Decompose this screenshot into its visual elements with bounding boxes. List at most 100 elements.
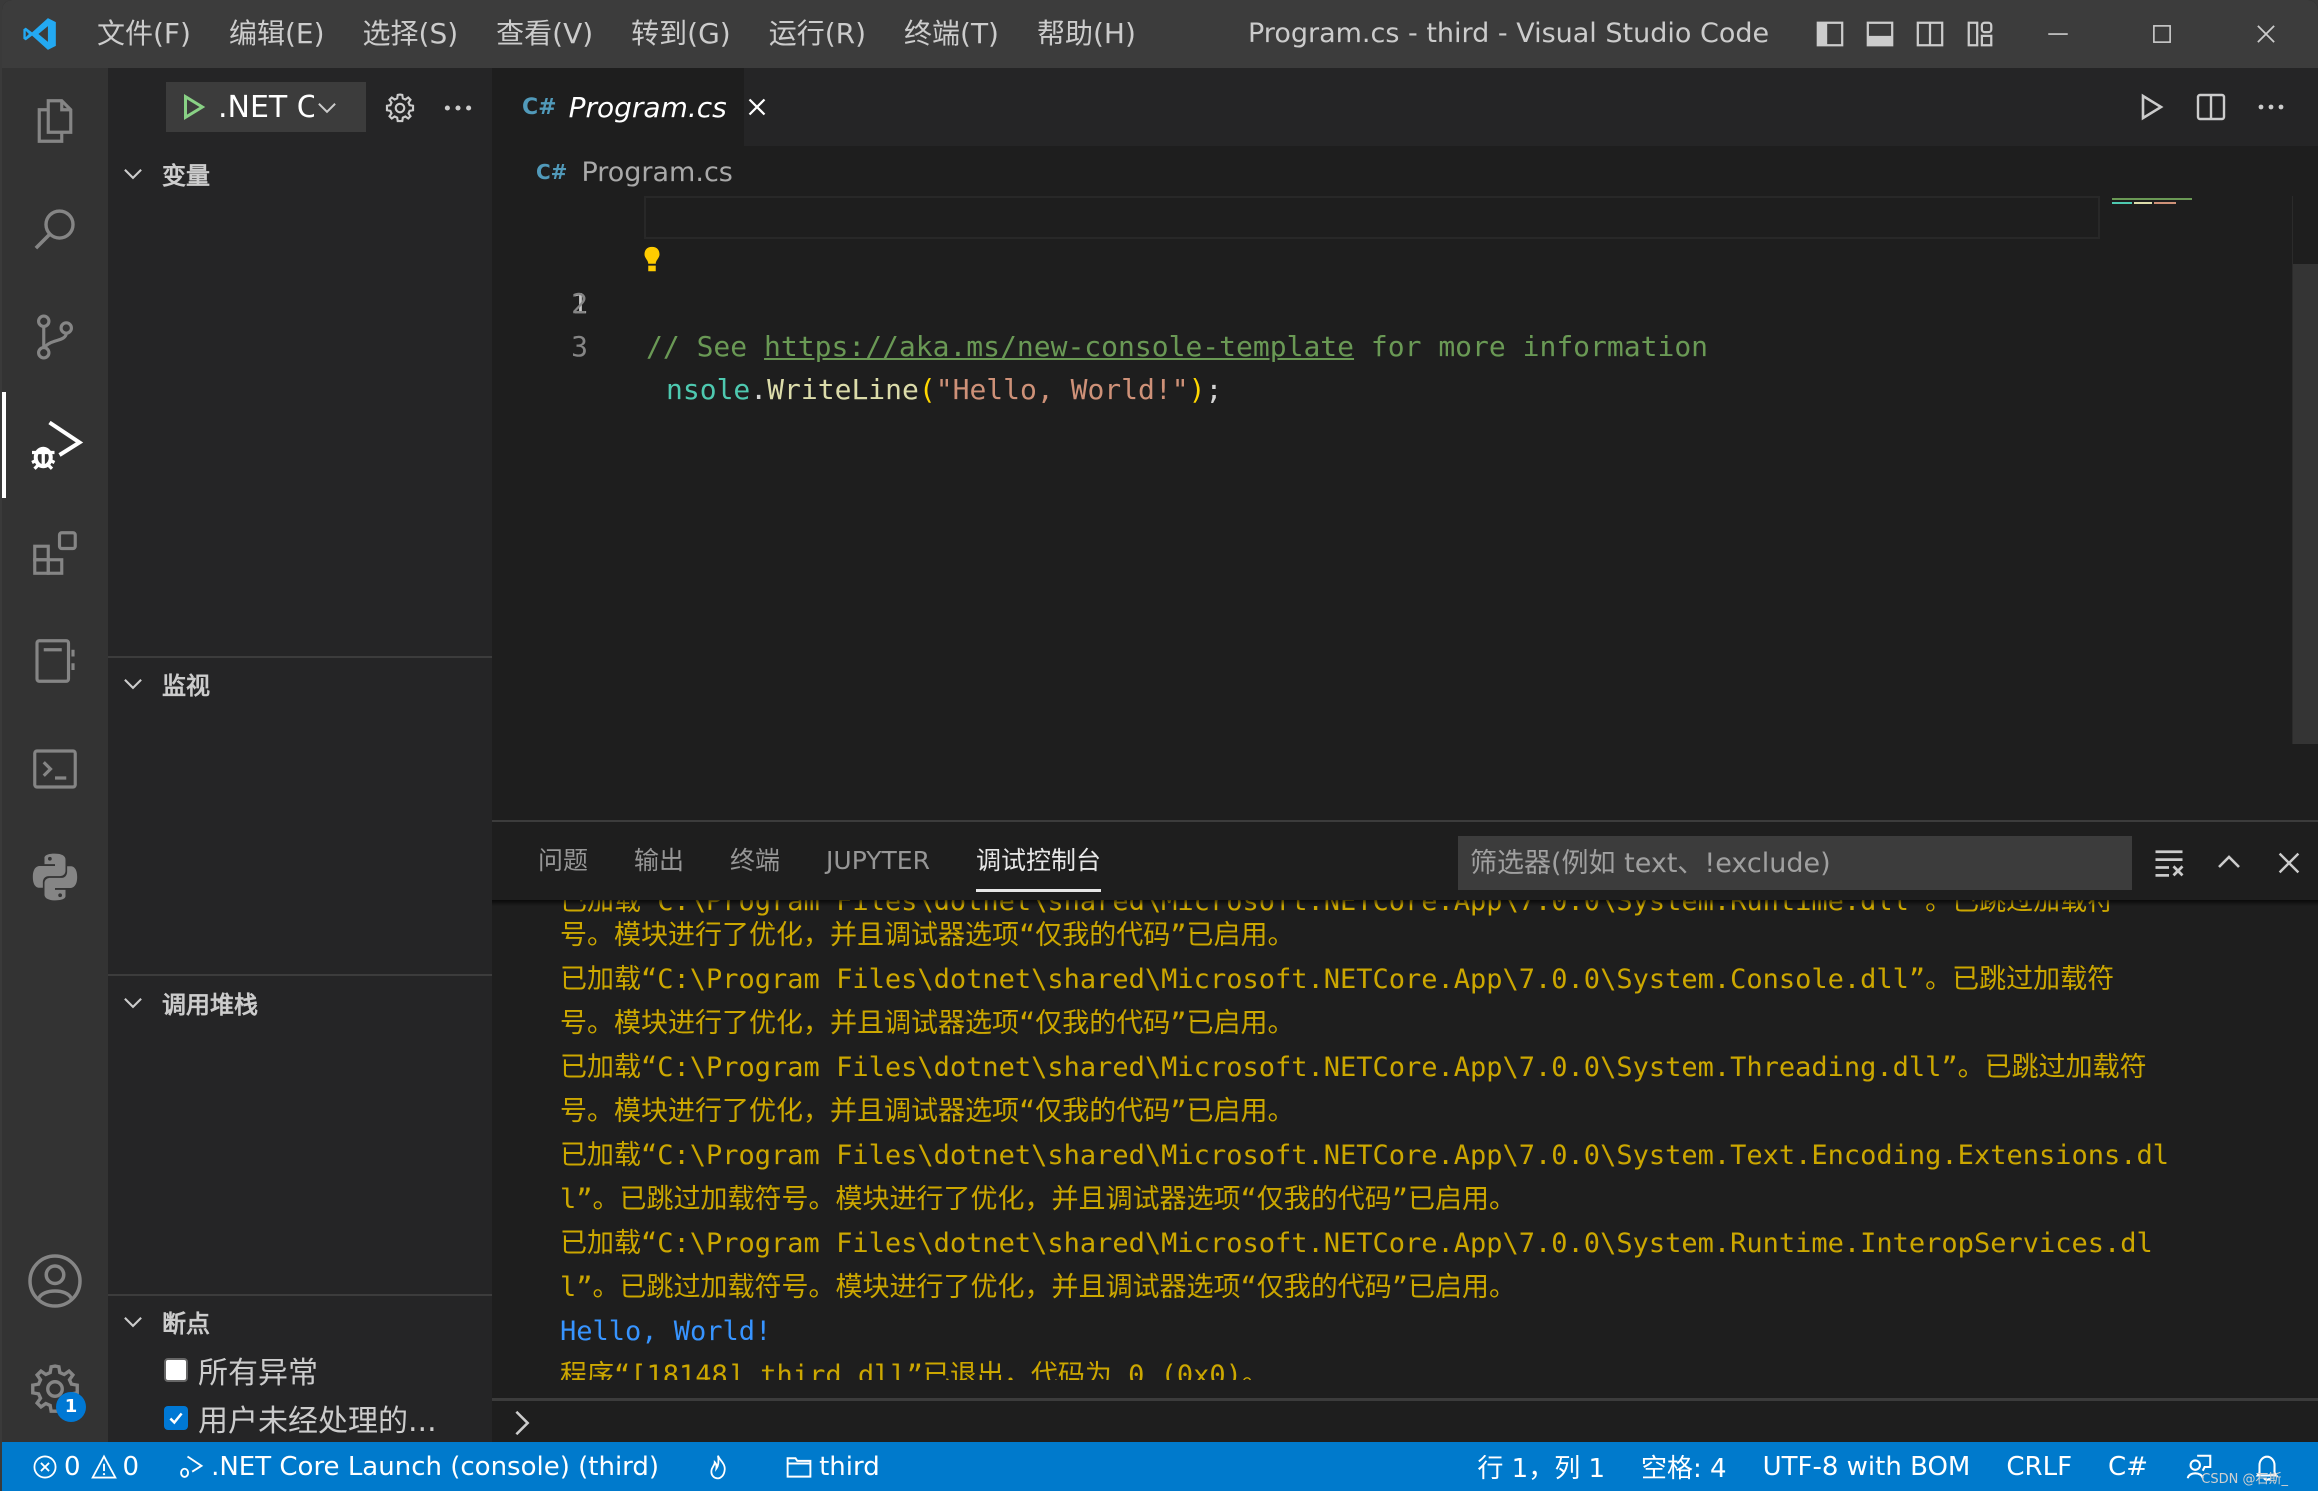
activity-manage[interactable]: 1 bbox=[2, 1336, 108, 1442]
tab-debug-console[interactable]: 调试控制台 bbox=[975, 822, 1101, 900]
maximize-button[interactable] bbox=[2110, 0, 2214, 68]
encoding[interactable]: UTF-8 with BOM bbox=[1745, 1442, 1989, 1491]
line-number: 3 bbox=[571, 330, 588, 363]
hot-reload-status[interactable] bbox=[691, 1442, 751, 1491]
debug-config-status[interactable]: .NET Core Launch (console) (third) bbox=[163, 1442, 673, 1491]
console-line: 已加载“C:\Program Files\dotnet\shared\Micro… bbox=[560, 1052, 2147, 1083]
activity-notebook[interactable] bbox=[2, 608, 108, 714]
language-mode[interactable]: C# bbox=[2090, 1442, 2166, 1491]
activity-explorer[interactable] bbox=[2, 68, 108, 174]
activity-terminal[interactable] bbox=[2, 716, 108, 822]
repl-input[interactable] bbox=[546, 1407, 2246, 1438]
start-debugging-icon[interactable] bbox=[178, 92, 208, 122]
tab-jupyter[interactable]: JUPYTER bbox=[826, 822, 930, 900]
section-title: 监视 bbox=[162, 671, 210, 700]
workspace-folder-status[interactable]: third bbox=[771, 1442, 894, 1491]
more-actions-ellipsis-icon[interactable] bbox=[2254, 90, 2288, 124]
menu-edit[interactable]: 编辑(E) bbox=[210, 0, 344, 68]
console-line: 号。模块进行了优化，并且调试器选项“仅我的代码”已启用。 bbox=[560, 1096, 1295, 1127]
menu-terminal[interactable]: 终端(T) bbox=[885, 0, 1018, 68]
menu-view[interactable]: 查看(V) bbox=[477, 0, 612, 68]
comment-link[interactable]: https://aka.ms/new-console-template bbox=[764, 330, 1354, 363]
tab-output[interactable]: 输出 bbox=[634, 822, 684, 900]
more-actions-ellipsis-icon[interactable] bbox=[436, 86, 480, 130]
debug-sidebar: .NET Core Launch (console) (third) 变量 监视… bbox=[108, 68, 492, 1442]
menu-help[interactable]: 帮助(H) bbox=[1018, 0, 1155, 68]
indentation[interactable]: 空格: 4 bbox=[1623, 1442, 1745, 1491]
launch-config-select[interactable]: .NET Core Launch (console) (third) bbox=[166, 82, 366, 132]
lightbulb-icon[interactable] bbox=[642, 245, 662, 275]
console-line: l”。已跳过加载符号。模块进行了优化，并且调试器选项“仅我的代码”已启用。 bbox=[560, 1184, 1517, 1215]
scroll-shadow bbox=[492, 900, 2318, 906]
section-variables[interactable]: 变量 bbox=[108, 148, 492, 198]
breakpoint-all-exceptions[interactable]: 所有异常 bbox=[164, 1348, 318, 1392]
activity-search[interactable] bbox=[2, 176, 108, 282]
current-line-highlight bbox=[644, 196, 2100, 239]
watermark: CSDN @石斯_ bbox=[2201, 1472, 2288, 1487]
console-filter[interactable] bbox=[1458, 836, 2132, 890]
folder-label: third bbox=[819, 1451, 880, 1482]
menu-bar: 文件(F) 编辑(E) 选择(S) 查看(V) 转到(G) 运行(R) 终端(T… bbox=[78, 0, 1155, 68]
code-line: 2 nsole.WriteLine("Hello, World!"); bbox=[492, 239, 2318, 406]
breakpoint-user-unhandled[interactable]: 用户未经处理的... bbox=[164, 1396, 437, 1440]
repl-input-area[interactable] bbox=[492, 1398, 2318, 1444]
toggle-primary-sidebar-icon[interactable] bbox=[1814, 18, 1846, 50]
cursor-position[interactable]: 行 1，列 1 bbox=[1459, 1442, 1623, 1491]
minimap[interactable] bbox=[2112, 196, 2242, 210]
toggle-panel-icon[interactable] bbox=[1864, 18, 1896, 50]
clear-console-icon[interactable] bbox=[2150, 844, 2188, 882]
tab-program-cs[interactable]: C# Program.cs bbox=[492, 68, 766, 146]
section-watch[interactable]: 监视 bbox=[108, 658, 492, 708]
layout-controls bbox=[1814, 0, 1996, 68]
filter-input[interactable] bbox=[1470, 847, 2132, 879]
breakpoint-label: 用户未经处理的... bbox=[198, 1404, 437, 1439]
menu-go[interactable]: 转到(G) bbox=[612, 0, 750, 68]
problems-status[interactable]: 0 0 bbox=[2, 1442, 153, 1491]
tab-problems[interactable]: 问题 bbox=[538, 822, 588, 900]
paren-token: ) bbox=[1188, 373, 1206, 406]
run-file-play-icon[interactable] bbox=[2134, 90, 2168, 124]
activity-source-control[interactable] bbox=[2, 284, 108, 390]
console-line: 已加载“C:\Program Files\dotnet\shared\Micro… bbox=[560, 964, 2115, 995]
console-line: 号。模块进行了优化，并且调试器选项“仅我的代码”已启用。 bbox=[560, 1008, 1295, 1039]
close-panel-icon[interactable] bbox=[2270, 844, 2308, 882]
editor-scrollbar[interactable] bbox=[2292, 196, 2318, 744]
section-divider[interactable] bbox=[108, 974, 492, 976]
customize-layout-icon[interactable] bbox=[1964, 18, 1996, 50]
menu-file[interactable]: 文件(F) bbox=[78, 0, 210, 68]
activity-extensions[interactable] bbox=[2, 500, 108, 606]
paren-token: ( bbox=[918, 373, 936, 406]
close-window-button[interactable] bbox=[2214, 0, 2318, 68]
breadcrumb-file[interactable]: Program.cs bbox=[581, 157, 732, 188]
punctuation-token: . bbox=[750, 373, 768, 406]
checkbox-checked[interactable] bbox=[164, 1406, 188, 1430]
maximize-panel-chevron-up-icon[interactable] bbox=[2210, 844, 2248, 882]
end-of-line[interactable]: CRLF bbox=[1988, 1442, 2090, 1491]
menu-run[interactable]: 运行(R) bbox=[750, 0, 885, 68]
activity-run-and-debug[interactable] bbox=[2, 392, 108, 498]
close-tab-icon[interactable] bbox=[745, 93, 769, 121]
run-debug-icon bbox=[31, 420, 84, 470]
menu-selection[interactable]: 选择(S) bbox=[344, 0, 478, 68]
section-call-stack[interactable]: 调用堆栈 bbox=[108, 977, 492, 1027]
code-editor[interactable]: 1 // See https://aka.ms/new-console-temp… bbox=[492, 196, 2318, 406]
activity-python[interactable] bbox=[2, 824, 108, 930]
vscode-window: 文件(F) 编辑(E) 选择(S) 查看(V) 转到(G) 运行(R) 终端(T… bbox=[2, 0, 2318, 1491]
settings-update-badge: 1 bbox=[56, 1392, 86, 1422]
debug-console-output[interactable]: 已加载“C:\Program Files\dotnet\shared\Micro… bbox=[492, 900, 2318, 1380]
tab-terminal[interactable]: 终端 bbox=[730, 822, 780, 900]
code-line: 3 bbox=[492, 282, 2318, 363]
flame-icon bbox=[710, 1454, 726, 1479]
section-breakpoints[interactable]: 断点 bbox=[108, 1296, 492, 1346]
minimize-button[interactable] bbox=[2006, 0, 2110, 68]
breadcrumb[interactable]: C# Program.cs bbox=[536, 152, 733, 192]
open-launch-json-gear-icon[interactable] bbox=[378, 86, 422, 130]
console-line: 程序“[18148] third.dll”已退出，代码为 0 (0x0)。 bbox=[560, 1360, 1269, 1380]
toggle-secondary-sidebar-icon[interactable] bbox=[1914, 18, 1946, 50]
section-title: 调用堆栈 bbox=[162, 990, 258, 1019]
split-editor-icon[interactable] bbox=[2194, 90, 2228, 124]
comment-token: for more information bbox=[1354, 330, 1709, 363]
activity-accounts[interactable] bbox=[2, 1228, 108, 1334]
checkbox-unchecked[interactable] bbox=[164, 1358, 188, 1382]
scrollbar-thumb[interactable] bbox=[2293, 264, 2318, 744]
